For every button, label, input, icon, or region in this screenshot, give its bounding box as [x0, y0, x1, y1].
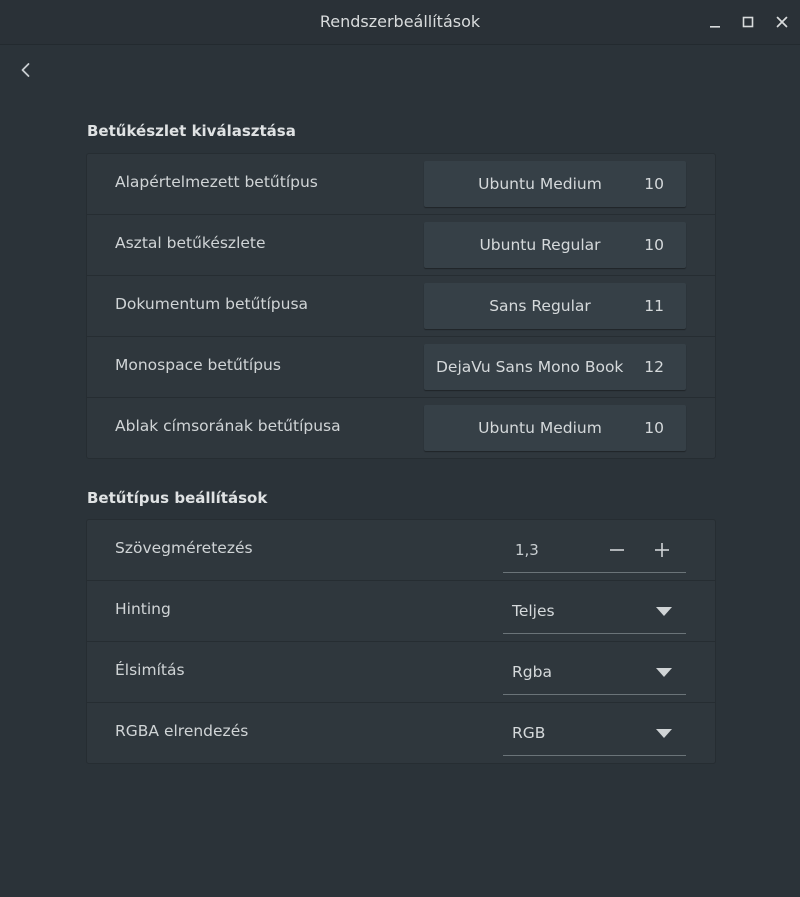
- row-label: RGBA elrendezés: [115, 722, 249, 740]
- back-button[interactable]: [14, 58, 38, 82]
- row-label: Hinting: [115, 600, 171, 618]
- chevron-left-icon: [21, 63, 30, 77]
- close-button[interactable]: [772, 12, 792, 32]
- minimize-button[interactable]: [705, 12, 725, 32]
- font-row-document: Dokumentum betűtípusa Sans Regular 11: [87, 276, 715, 337]
- font-size: 12: [644, 358, 664, 376]
- text-scaling-spinner: 1,3: [503, 528, 686, 573]
- triangle-down-icon: [656, 729, 672, 738]
- scaling-row: Szövegméretezés 1,3: [87, 520, 715, 581]
- font-row-default: Alapértelmezett betűtípus Ubuntu Medium …: [87, 154, 715, 215]
- desktop-font-button[interactable]: Ubuntu Regular 10: [424, 222, 686, 268]
- row-label: Alapértelmezett betűtípus: [115, 173, 318, 191]
- minus-icon: [610, 549, 624, 551]
- font-name: Ubuntu Medium: [478, 419, 602, 437]
- dropdown-value: Teljes: [512, 602, 555, 620]
- row-label: Dokumentum betűtípusa: [115, 295, 309, 313]
- font-size: 10: [644, 236, 664, 254]
- font-row-monospace: Monospace betűtípus DejaVu Sans Mono Boo…: [87, 337, 715, 398]
- row-label: Monospace betűtípus: [115, 356, 281, 374]
- titlebar-font-button[interactable]: Ubuntu Medium 10: [424, 405, 686, 451]
- close-icon: [776, 16, 788, 28]
- default-font-button[interactable]: Ubuntu Medium 10: [424, 161, 686, 207]
- font-selection-heading: Betűkészlet kiválasztása: [87, 122, 296, 140]
- plus-icon: [655, 543, 669, 557]
- window-title: Rendszerbeállítások: [319, 12, 481, 31]
- settings-window: Rendszerbeállítások Betűkészlet kiválasz…: [0, 0, 800, 897]
- font-row-desktop: Asztal betűkészlete Ubuntu Regular 10: [87, 215, 715, 276]
- minimize-icon: [710, 26, 720, 28]
- row-label: Asztal betűkészlete: [115, 234, 266, 252]
- document-font-button[interactable]: Sans Regular 11: [424, 283, 686, 329]
- font-size: 10: [644, 419, 664, 437]
- font-size: 11: [644, 297, 664, 315]
- titlebar: Rendszerbeállítások: [0, 0, 800, 45]
- hinting-row: Hinting Teljes: [87, 581, 715, 642]
- text-scaling-input[interactable]: 1,3: [515, 541, 585, 559]
- row-label: Élsimítás: [115, 661, 185, 679]
- rgba-order-row: RGBA elrendezés RGB: [87, 703, 715, 763]
- monospace-font-button[interactable]: DejaVu Sans Mono Book 12: [424, 344, 686, 390]
- maximize-icon: [742, 16, 754, 28]
- triangle-down-icon: [656, 607, 672, 616]
- triangle-down-icon: [656, 668, 672, 677]
- maximize-button[interactable]: [738, 12, 758, 32]
- font-size: 10: [644, 175, 664, 193]
- rgba-order-dropdown[interactable]: RGB: [503, 711, 686, 756]
- dropdown-value: Rgba: [512, 663, 552, 681]
- decrement-button[interactable]: [603, 536, 631, 564]
- font-settings-heading: Betűtípus beállítások: [87, 489, 268, 507]
- font-settings-panel: Szövegméretezés 1,3 Hinting Teljes Élsim…: [86, 519, 716, 764]
- dropdown-value: RGB: [512, 724, 546, 742]
- row-label: Szövegméretezés: [115, 539, 253, 557]
- font-name: Sans Regular: [489, 297, 591, 315]
- antialias-dropdown[interactable]: Rgba: [503, 650, 686, 695]
- font-row-titlebar: Ablak címsorának betűtípusa Ubuntu Mediu…: [87, 398, 715, 458]
- font-name: DejaVu Sans Mono Book: [436, 358, 624, 376]
- row-label: Ablak címsorának betűtípusa: [115, 417, 341, 435]
- font-name: Ubuntu Medium: [478, 175, 602, 193]
- font-name: Ubuntu Regular: [479, 236, 601, 254]
- antialias-row: Élsimítás Rgba: [87, 642, 715, 703]
- increment-button[interactable]: [648, 536, 676, 564]
- hinting-dropdown[interactable]: Teljes: [503, 589, 686, 634]
- font-selection-panel: Alapértelmezett betűtípus Ubuntu Medium …: [86, 153, 716, 459]
